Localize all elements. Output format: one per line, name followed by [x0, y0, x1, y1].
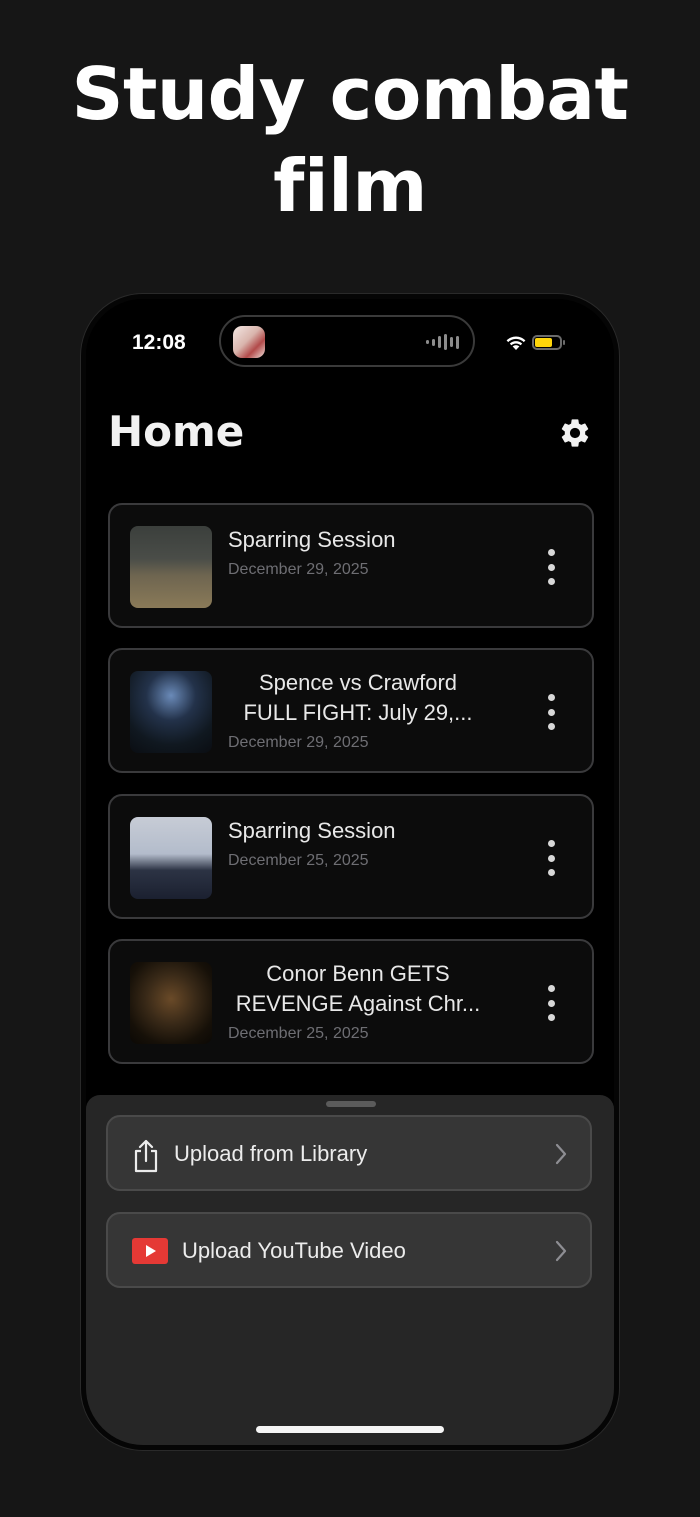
video-card[interactable]: Spence vs Crawford FULL FIGHT: July 29,.… [108, 648, 594, 773]
video-card[interactable]: Conor Benn GETS REVENGE Against Chr... D… [108, 939, 594, 1064]
video-date: December 29, 2025 [228, 561, 369, 578]
more-options-icon[interactable] [546, 985, 556, 1021]
video-date: December 29, 2025 [228, 734, 369, 751]
more-options-icon[interactable] [546, 694, 556, 730]
video-title-line1: Spence vs Crawford [258, 670, 458, 695]
video-title: Conor Benn GETS REVENGE Against Chr... [228, 959, 488, 1019]
video-thumbnail [130, 962, 212, 1044]
video-date: December 25, 2025 [228, 852, 369, 869]
page-title: Home [108, 407, 245, 456]
video-title: Sparring Session [228, 527, 396, 552]
video-title-line1: Conor Benn GETS [266, 961, 450, 986]
wifi-icon [506, 336, 526, 350]
youtube-icon [132, 1238, 168, 1264]
status-time: 12:08 [132, 331, 186, 354]
promo-headline-line2: film [273, 144, 427, 228]
upload-from-library-button[interactable]: Upload from Library [106, 1115, 592, 1191]
upload-sheet: Upload from Library Upload YouTube Video [86, 1095, 614, 1445]
dynamic-island[interactable] [219, 315, 475, 367]
chevron-right-icon [555, 1240, 567, 1262]
sheet-grabber[interactable] [326, 1101, 376, 1107]
app-screen: 12:08 Home Sparring Session December 29,… [86, 299, 614, 1445]
battery-icon [532, 335, 565, 350]
video-title-line2: REVENGE Against Chr... [235, 991, 481, 1016]
video-title-line2: FULL FIGHT: July 29,... [243, 700, 473, 725]
video-card[interactable]: Sparring Session December 29, 2025 [108, 503, 594, 628]
upload-youtube-video-button[interactable]: Upload YouTube Video [106, 1212, 592, 1288]
upload-youtube-video-label: Upload YouTube Video [182, 1238, 406, 1263]
video-thumbnail [130, 526, 212, 608]
audio-waveform-icon [426, 334, 459, 350]
video-thumbnail [130, 817, 212, 899]
home-indicator[interactable] [256, 1426, 444, 1433]
video-title: Sparring Session [228, 818, 396, 843]
more-options-icon[interactable] [546, 840, 556, 876]
promo-headline-line1: Study combat [71, 52, 629, 136]
video-title: Spence vs Crawford FULL FIGHT: July 29,.… [228, 668, 488, 728]
phone-frame: 12:08 Home Sparring Session December 29,… [81, 294, 619, 1450]
video-thumbnail [130, 671, 212, 753]
promo-headline: Study combat film [0, 48, 700, 232]
share-icon [134, 1139, 158, 1173]
video-card[interactable]: Sparring Session December 25, 2025 [108, 794, 594, 919]
now-playing-artwork [233, 326, 265, 358]
chevron-right-icon [555, 1143, 567, 1165]
more-options-icon[interactable] [546, 549, 556, 585]
upload-from-library-label: Upload from Library [174, 1141, 368, 1166]
video-date: December 25, 2025 [228, 1025, 369, 1042]
gear-icon[interactable] [558, 416, 592, 450]
